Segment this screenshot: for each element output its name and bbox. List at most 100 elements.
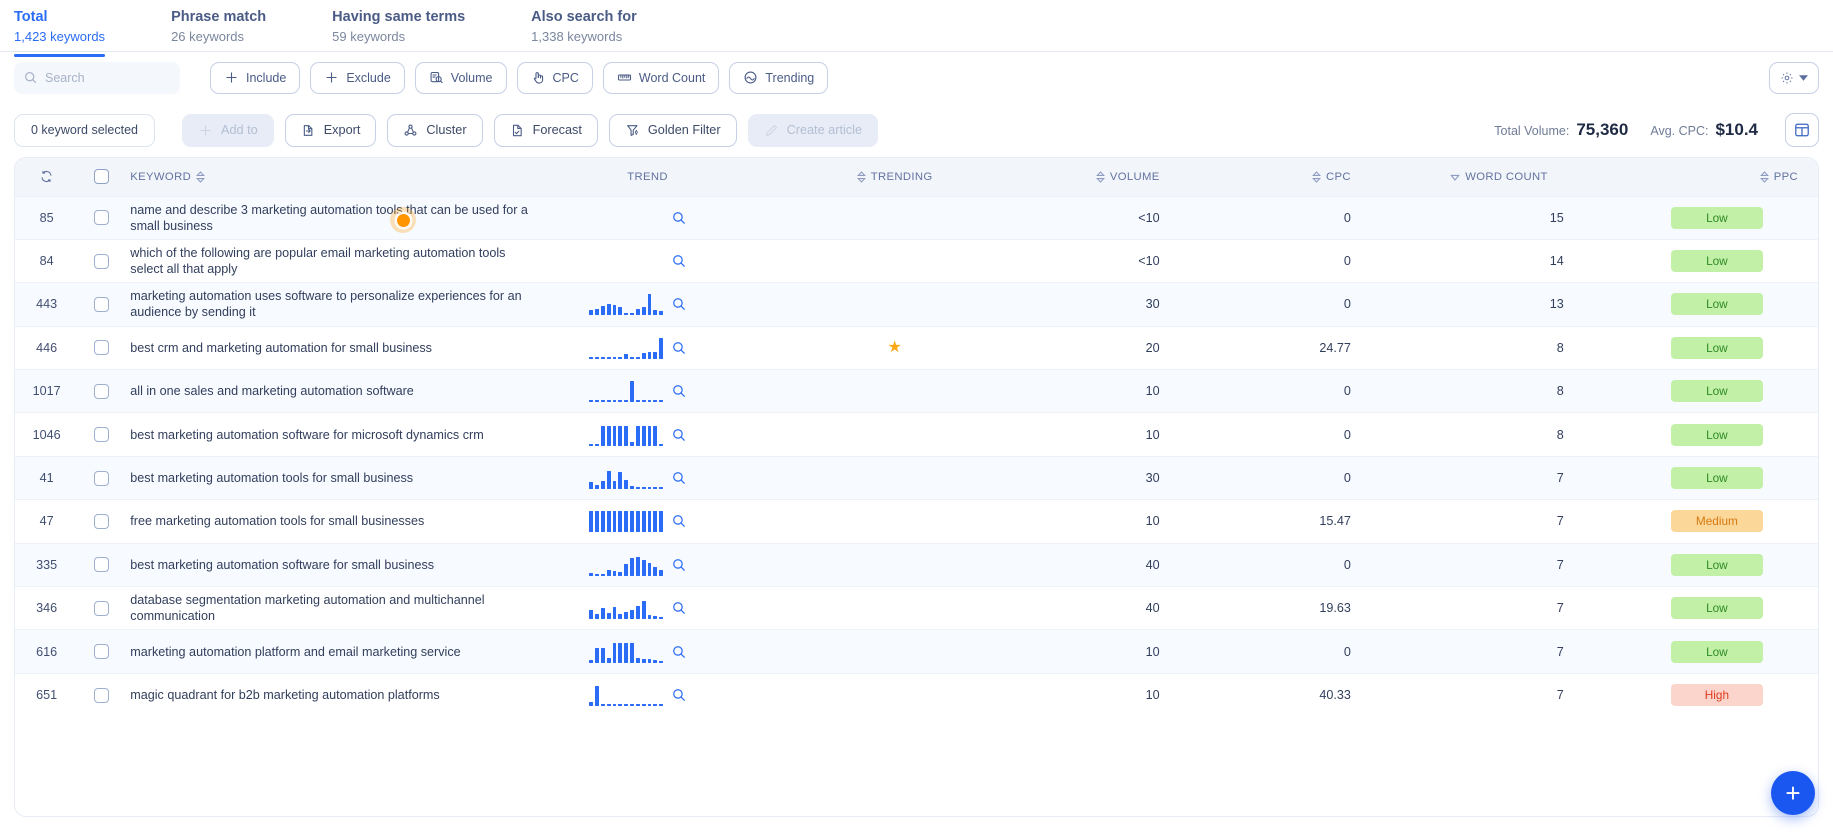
keyword-search-icon[interactable] [672, 428, 686, 442]
table-row[interactable]: 443 marketing automation uses software to… [15, 282, 1818, 327]
col-word-count[interactable]: WORD COUNT [1380, 158, 1616, 196]
row-keyword-cell[interactable]: marketing automation uses software to pe… [124, 282, 584, 327]
keyword-search-icon[interactable] [672, 688, 686, 702]
sort-icon[interactable] [1759, 170, 1769, 183]
col-ppc[interactable]: PPC [1615, 158, 1818, 196]
filter-cpc-button[interactable]: CPC [516, 61, 593, 94]
row-select-cell[interactable] [78, 282, 125, 327]
row-checkbox[interactable] [93, 470, 109, 486]
sort-desc-icon[interactable] [1450, 173, 1461, 181]
search-input-wrapper[interactable] [14, 61, 180, 94]
row-select-cell[interactable] [78, 369, 125, 413]
table-row[interactable]: 446 best crm and marketing automation for… [15, 325, 1818, 370]
settings-dropdown-button[interactable] [1769, 61, 1819, 94]
row-select-cell[interactable] [78, 455, 125, 500]
row-checkbox[interactable] [93, 600, 109, 616]
row-checkbox[interactable] [93, 383, 109, 399]
refresh-icon[interactable] [40, 170, 53, 183]
filter-exclude-button[interactable]: Exclude [310, 61, 405, 94]
row-checkbox[interactable] [93, 297, 109, 313]
filter-word-count-button[interactable]: Word Count [602, 61, 720, 94]
sort-icon[interactable] [196, 170, 206, 183]
table-row[interactable]: 47 free marketing automation tools for sm… [15, 499, 1818, 544]
table-row[interactable]: 616 marketing automation platform and ema… [15, 629, 1818, 674]
row-keyword-cell[interactable]: magic quadrant for b2b marketing automat… [124, 672, 584, 717]
row-keyword-cell[interactable]: best marketing automation software for s… [124, 542, 584, 587]
row-select-cell[interactable] [78, 238, 125, 283]
row-keyword-cell[interactable]: marketing automation platform and email … [124, 629, 584, 674]
trend-sparkline [589, 380, 664, 403]
row-keyword-cell[interactable]: best crm and marketing automation for sm… [124, 325, 584, 370]
keyword-search-icon[interactable] [672, 341, 686, 355]
row-select-cell[interactable] [78, 412, 125, 457]
tab-also-search-for[interactable]: Also search for 1,338 keywords [531, 0, 637, 56]
keyword-search-icon[interactable] [672, 514, 686, 528]
tab-having-same-terms[interactable]: Having same terms 59 keywords [332, 0, 465, 56]
col-volume[interactable]: VOLUME [998, 158, 1190, 196]
keyword-search-icon[interactable] [672, 254, 686, 268]
row-checkbox[interactable] [93, 210, 109, 226]
row-checkbox[interactable] [93, 557, 109, 573]
add-floating-button[interactable]: + [1771, 771, 1815, 815]
filter-trending-button[interactable]: Trending [729, 61, 829, 94]
row-select-cell[interactable] [78, 195, 125, 240]
col-refresh[interactable] [15, 158, 79, 196]
keyword-search-icon[interactable] [672, 601, 686, 615]
row-keyword-cell[interactable]: best marketing automation software for m… [124, 412, 584, 457]
golden-filter-button[interactable]: Golden Filter [608, 113, 737, 147]
search-input[interactable] [45, 70, 165, 85]
table-row[interactable]: 1017 all in one sales and marketing autom… [15, 369, 1818, 413]
keyword-search-icon[interactable] [672, 384, 686, 398]
keyword-search-icon[interactable] [672, 211, 686, 225]
col-trending[interactable]: TRENDING [790, 158, 999, 196]
col-word-count-label: WORD COUNT [1465, 170, 1548, 183]
row-keyword-cell[interactable]: name and describe 3 marketing automation… [124, 195, 584, 240]
forecast-button[interactable]: Forecast [493, 113, 598, 147]
row-select-cell[interactable] [78, 542, 125, 587]
ppc-badge: Low [1670, 597, 1763, 620]
keyword-search-icon[interactable] [672, 471, 686, 485]
row-keyword-cell[interactable]: which of the following are popular email… [124, 238, 584, 283]
table-row[interactable]: 346 database segmentation marketing autom… [15, 586, 1818, 630]
row-select-cell[interactable] [78, 672, 125, 717]
keyword-search-icon[interactable] [672, 297, 686, 311]
row-keyword-cell[interactable]: best marketing automation tools for smal… [124, 455, 584, 500]
filter-volume-button[interactable]: Volume [414, 61, 507, 94]
table-row[interactable]: 85 name and describe 3 marketing automati… [15, 195, 1818, 240]
row-cpc: 24.77 [1189, 325, 1381, 370]
export-button[interactable]: Export [284, 113, 377, 147]
sort-icon[interactable] [1095, 170, 1105, 183]
row-select-cell[interactable] [78, 629, 125, 674]
sort-icon[interactable] [1311, 170, 1321, 183]
keyword-search-icon[interactable] [672, 558, 686, 572]
filter-include-button[interactable]: Include [210, 61, 301, 94]
tab-total[interactable]: Total 1,423 keywords [14, 0, 106, 57]
table-row[interactable]: 84 which of the following are popular ema… [15, 238, 1818, 283]
col-cpc[interactable]: CPC [1189, 158, 1381, 196]
row-keyword-cell[interactable]: database segmentation marketing automati… [124, 586, 584, 630]
row-checkbox[interactable] [93, 253, 109, 269]
table-row[interactable]: 1046 best marketing automation software f… [15, 412, 1818, 457]
row-checkbox[interactable] [93, 687, 109, 703]
row-keyword-cell[interactable]: free marketing automation tools for smal… [124, 499, 584, 544]
sort-icon[interactable] [856, 170, 866, 183]
layout-toggle-button[interactable] [1785, 113, 1819, 147]
row-select-cell[interactable] [78, 586, 125, 630]
table-row[interactable]: 41 best marketing automation tools for sm… [15, 455, 1818, 500]
select-all-checkbox[interactable] [93, 169, 109, 185]
row-select-cell[interactable] [78, 325, 125, 370]
cluster-button[interactable]: Cluster [387, 113, 483, 147]
table-row[interactable]: 651 magic quadrant for b2b marketing auto… [15, 672, 1818, 717]
table-row[interactable]: 335 best marketing automation software fo… [15, 542, 1818, 587]
col-keyword[interactable]: KEYWORD [124, 158, 584, 196]
row-checkbox[interactable] [93, 427, 109, 443]
row-keyword-cell[interactable]: all in one sales and marketing automatio… [124, 369, 584, 413]
click-hand-icon [531, 70, 546, 85]
row-checkbox[interactable] [93, 514, 109, 530]
row-checkbox[interactable] [93, 644, 109, 660]
row-checkbox[interactable] [93, 340, 109, 356]
tab-phrase-match[interactable]: Phrase match 26 keywords [171, 0, 266, 56]
keyword-search-icon[interactable] [672, 645, 686, 659]
row-select-cell[interactable] [78, 499, 125, 544]
col-select-all[interactable] [78, 158, 125, 196]
